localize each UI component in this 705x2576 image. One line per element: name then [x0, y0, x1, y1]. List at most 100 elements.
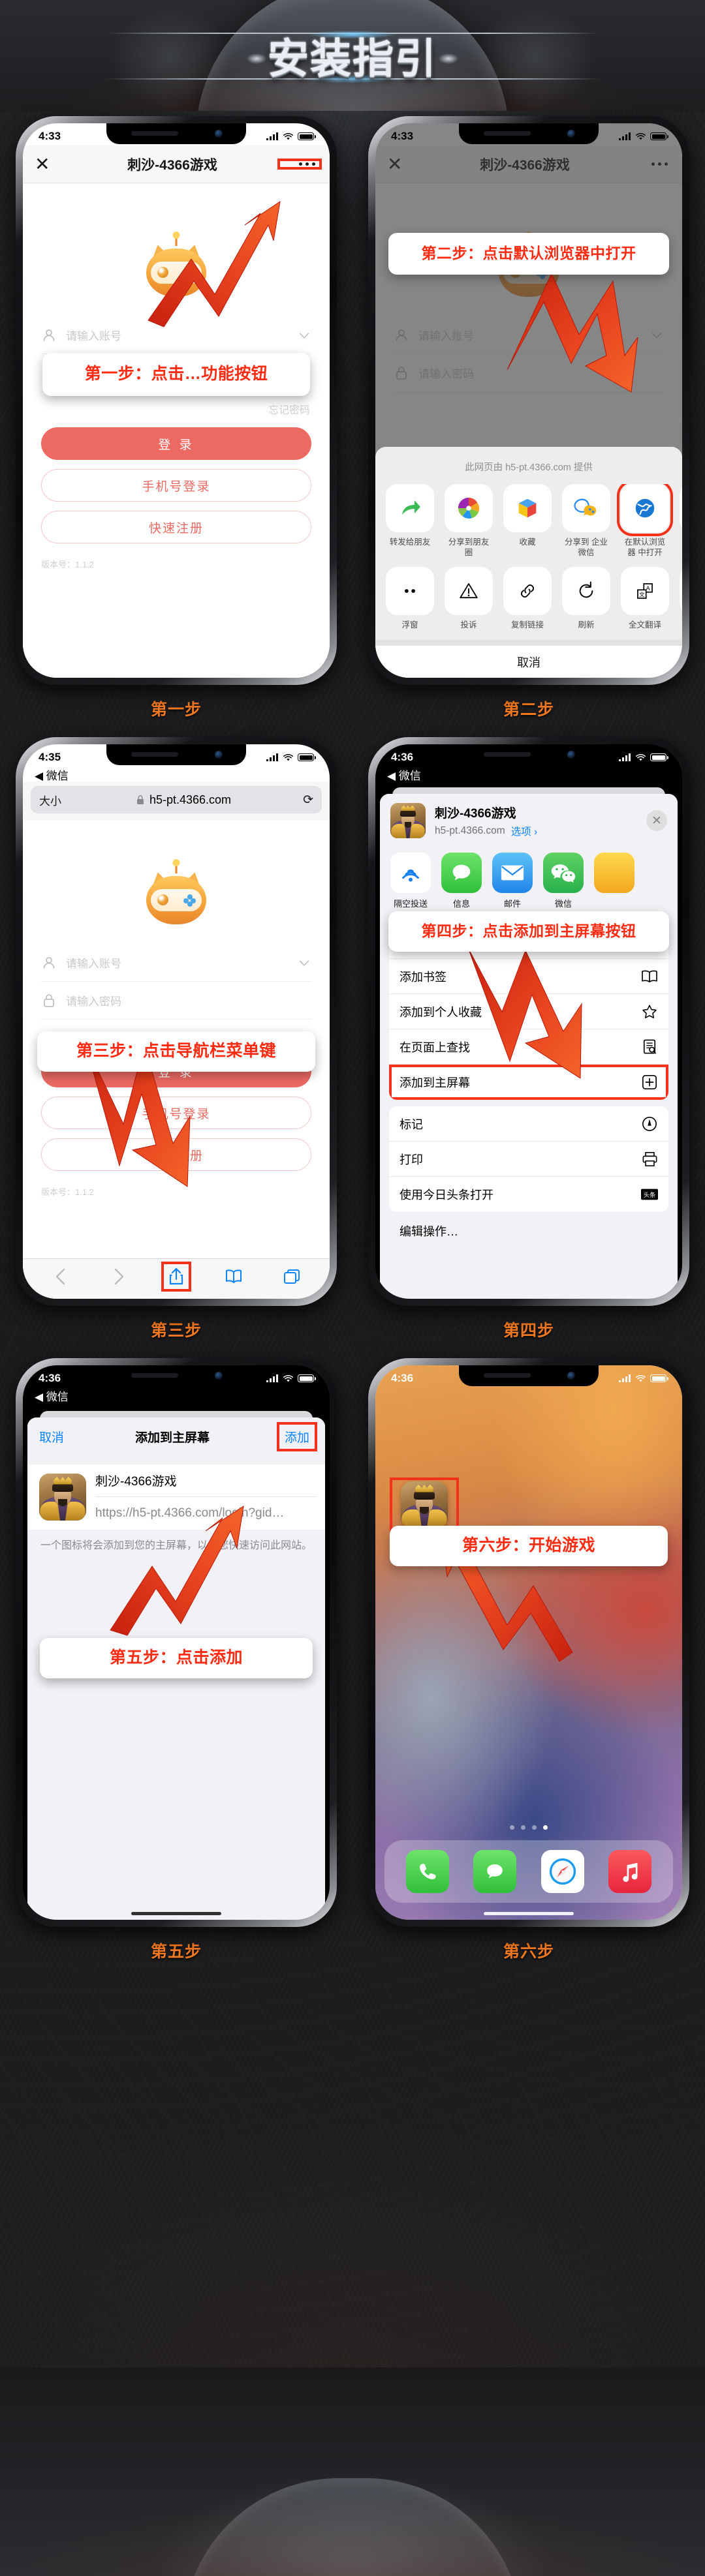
back-to-wechat-link[interactable]: ◀ 微信: [35, 1387, 69, 1404]
wifi-icon: [283, 132, 294, 140]
camera-icon: [215, 130, 223, 138]
user-icon: [43, 329, 55, 341]
action-translate[interactable]: A 文 全文翻译: [621, 567, 669, 631]
menu-item-print[interactable]: 打印: [389, 1142, 668, 1177]
partial-app-icon: [594, 853, 634, 893]
page-dot[interactable]: [510, 1825, 514, 1830]
action-refresh[interactable]: 刷新: [562, 567, 610, 631]
step6-callout: 第六步：开始游戏: [390, 1526, 668, 1566]
favorites-cube-icon: [503, 484, 552, 533]
share-sheet-host: h5-pt.4366.com: [435, 825, 505, 836]
action-label: 全文翻译: [628, 620, 661, 630]
action-float-window[interactable]: 浮窗: [386, 567, 434, 631]
steps-grid: 4:33 ✕ 刺沙-4366游戏 请输入账号 忘记密码 登 录 手机号登录 快速…: [0, 111, 705, 1979]
safari-url-bar[interactable]: 大小 h5-pt.4366.com ⟳: [31, 786, 322, 813]
speaker-icon: [131, 752, 178, 757]
add-button[interactable]: 添加: [276, 1421, 317, 1451]
step-cell-4: 4:36 ◀ 微信 刺沙-4366游戏 h5-pt.4366.com 选项 › …: [368, 737, 689, 1358]
share-open-in-browser[interactable]: 在默认浏览器 中打开: [617, 484, 673, 558]
page-dot[interactable]: [532, 1825, 537, 1830]
text-size-button[interactable]: 大小: [39, 792, 73, 808]
share-work-wechat[interactable]: 分享到 企业微信: [562, 484, 610, 558]
share-target-mail[interactable]: 邮件: [492, 853, 533, 909]
share-target-messages[interactable]: 信息: [441, 853, 482, 909]
action-search[interactable]: 搜索: [680, 567, 682, 631]
menu-item-label: 添加书签: [400, 970, 446, 984]
reload-icon[interactable]: ⟳: [294, 793, 313, 808]
more-menu-button[interactable]: [277, 159, 322, 170]
browser-globe-icon: [617, 484, 673, 537]
share-target-label: 信息: [452, 899, 470, 909]
menu-item-label: 标记: [400, 1117, 423, 1131]
refresh-icon: [562, 567, 610, 616]
page-dot[interactable]: [521, 1825, 525, 1830]
status-indicators: [619, 753, 668, 762]
printer-icon: [641, 1151, 658, 1168]
chevron-down-icon[interactable]: [297, 328, 311, 342]
action-copy-link[interactable]: 复制链接: [503, 567, 552, 631]
step-cell-6: 4:36 第六步：开始游戏 第六步: [368, 1358, 689, 1979]
shortcut-name-input[interactable]: 刺沙-4366游戏: [95, 1464, 316, 1497]
music-icon[interactable]: [608, 1850, 652, 1893]
password-placeholder: 请输入密码: [66, 995, 121, 1008]
phone-frame-step5: 4:36 ◀ 微信 取消 添加到主屏幕 添加 刺沙-4366游戏 https:/…: [16, 1358, 337, 1927]
cancel-button[interactable]: 取消: [375, 640, 682, 678]
share-forward-friend[interactable]: 转发给朋友: [386, 484, 434, 558]
share-favorite[interactable]: 收藏: [503, 484, 552, 558]
back-to-wechat-link[interactable]: ◀ 微信: [35, 766, 69, 783]
password-field[interactable]: 请输入密码: [41, 982, 311, 1020]
action-complaint[interactable]: 投诉: [445, 567, 493, 631]
register-button[interactable]: 快速注册: [41, 511, 311, 543]
close-icon[interactable]: ✕: [35, 155, 63, 174]
share-moments[interactable]: 分享到朋友圈: [445, 484, 493, 558]
action-label: 搜索: [680, 620, 682, 631]
bookmarks-icon[interactable]: [223, 1265, 245, 1288]
provider-note: 此网页由 h5-pt.4366.com 提供: [465, 462, 593, 474]
phone-frame-step2: 4:33 此网页由 h5-pt.4366.com 提供 转发给朋友 分享到朋友圈…: [368, 116, 689, 685]
shortcut-icon: [39, 1474, 86, 1521]
step-cell-1: 4:33 ✕ 刺沙-4366游戏 请输入账号 忘记密码 登 录 手机号登录 快速…: [16, 116, 337, 737]
share-sheet-header: 刺沙-4366游戏 h5-pt.4366.com 选项 › ✕: [380, 794, 678, 847]
menu-item-label: 在页面上查找: [400, 1040, 470, 1054]
share-target-airdrop[interactable]: 隔空投送: [390, 853, 431, 909]
edit-actions-button[interactable]: 编辑操作…: [380, 1212, 678, 1239]
share-partial[interactable]: 手: [680, 484, 682, 558]
account-field[interactable]: 请输入账号: [41, 944, 311, 982]
close-icon[interactable]: ✕: [646, 810, 667, 831]
share-options-link[interactable]: 选项 ›: [511, 824, 537, 838]
step4-arrow-icon: [465, 940, 609, 1110]
menu-item-markup[interactable]: 标记: [389, 1106, 668, 1142]
phone-login-button[interactable]: 手机号登录: [41, 469, 311, 502]
back-to-wechat-link[interactable]: ◀ 微信: [387, 766, 421, 783]
account-placeholder: 请输入账号: [66, 958, 121, 970]
tabs-icon[interactable]: [281, 1265, 303, 1288]
step5-callout: 第五步：点击添加: [40, 1638, 313, 1678]
forward-chevron-icon[interactable]: [108, 1265, 130, 1288]
step-cell-5: 4:36 ◀ 微信 取消 添加到主屏幕 添加 刺沙-4366游戏 https:/…: [16, 1358, 337, 1979]
login-button[interactable]: 登 录: [41, 427, 311, 460]
share-label: 在默认浏览器 中打开: [624, 538, 666, 557]
action-label: 刷新: [578, 620, 595, 630]
page-footer-ornament: [0, 2367, 705, 2576]
share-sheet-sub: h5-pt.4366.com 选项 ›: [435, 824, 637, 838]
messages-icon[interactable]: [473, 1850, 517, 1893]
page-dot-active[interactable]: [543, 1825, 548, 1830]
share-target-wechat[interactable]: 微信: [543, 853, 584, 909]
cat-mascot-logo: [146, 859, 206, 924]
cancel-button[interactable]: 取消: [39, 1428, 64, 1446]
battery-icon: [298, 1374, 316, 1382]
menu-item-open-in-toutiao[interactable]: 使用今日头条打开 头条: [389, 1177, 668, 1212]
mail-icon: [492, 853, 533, 893]
chevron-down-icon[interactable]: [297, 956, 311, 970]
share-target-more[interactable]: [594, 853, 634, 909]
safari-icon[interactable]: [540, 1850, 584, 1893]
phone-icon[interactable]: [405, 1850, 449, 1893]
cellular-signal-icon: [619, 753, 631, 761]
site-favicon: [390, 803, 426, 838]
back-chevron-icon[interactable]: [50, 1265, 72, 1288]
share-icon[interactable]: [161, 1261, 191, 1292]
step-caption-1: 第一步: [150, 701, 202, 719]
forgot-password-link[interactable]: 忘记密码: [41, 392, 311, 427]
svg-text:文: 文: [639, 592, 645, 599]
share-target-label: 微信: [554, 899, 572, 909]
